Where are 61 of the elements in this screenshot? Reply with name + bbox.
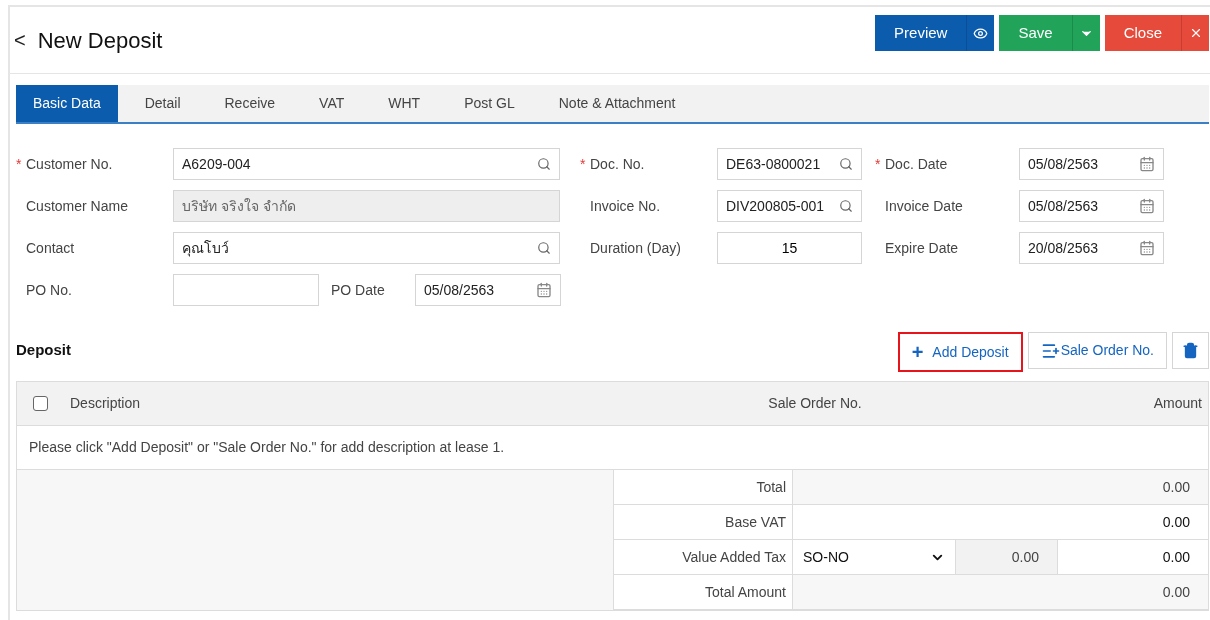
trash-icon <box>1182 342 1199 359</box>
input-field: บริษัท จริงใจ จำกัด <box>173 190 560 222</box>
close-button[interactable]: Close <box>1104 15 1181 51</box>
delete-button[interactable] <box>1172 332 1209 369</box>
summary-value: 0.00 <box>793 575 1208 609</box>
page-title: New Deposit <box>37 26 163 55</box>
field-label: Contact <box>26 238 75 258</box>
required-mark: * <box>875 154 882 174</box>
tab[interactable]: Detail <box>127 85 198 122</box>
back-button[interactable]: < <box>14 25 26 55</box>
field-label: Invoice No. <box>590 196 661 216</box>
field-label: Duration (Day) <box>590 238 682 258</box>
field-label: PO No. <box>26 280 72 300</box>
search-icon <box>537 157 551 171</box>
search-field[interactable]: คุณโบว์ <box>173 232 560 264</box>
input-field[interactable] <box>173 274 319 306</box>
tab[interactable]: VAT <box>302 85 362 122</box>
field-label: Doc. No. <box>590 154 645 174</box>
calendar-icon <box>536 282 552 298</box>
empty-message: Please click "Add Deposit" or "Sale Order No." for add description at lease 1. <box>29 438 505 457</box>
column-header: Sale Order No. <box>767 394 863 413</box>
calendar-icon <box>1139 156 1155 172</box>
search-field[interactable]: DE63-0800021 <box>717 148 862 180</box>
checkbox[interactable] <box>33 396 48 411</box>
search-field[interactable]: DIV200805-001 <box>717 190 862 222</box>
date-field[interactable]: 05/08/2563 <box>415 274 561 306</box>
column-header: Description <box>70 394 142 413</box>
preview-button[interactable]: Preview <box>875 15 967 51</box>
search-icon <box>839 199 853 213</box>
summary-value: 0.00 <box>793 470 1208 504</box>
field-label: Invoice Date <box>885 196 963 216</box>
field-label: PO Date <box>331 280 385 300</box>
field-label: Customer Name <box>26 196 128 216</box>
input-field[interactable]: 15 <box>717 232 862 264</box>
section-title: Deposit <box>16 339 71 360</box>
sale-order-button[interactable]: Sale Order No. <box>1027 332 1167 369</box>
tax-rate: 0.00 <box>956 540 1058 574</box>
date-field[interactable]: 05/08/2563 <box>1019 190 1164 222</box>
required-mark: * <box>580 154 587 174</box>
search-field[interactable]: A6209-004 <box>173 148 560 180</box>
calendar-icon <box>1139 240 1155 256</box>
required-mark: * <box>16 154 23 174</box>
field-label: Expire Date <box>885 238 959 258</box>
preview-menu-button[interactable] <box>966 15 995 51</box>
date-field[interactable]: 20/08/2563 <box>1019 232 1164 264</box>
date-field[interactable]: 05/08/2563 <box>1019 148 1164 180</box>
tab[interactable]: Basic Data <box>16 85 118 122</box>
column-header: Amount <box>1152 394 1203 413</box>
tax-amount: 0.00 <box>1161 547 1191 567</box>
search-icon <box>839 157 853 171</box>
summary-label: Value Added Tax <box>614 540 793 574</box>
tab[interactable]: Note & Attachment <box>541 85 693 122</box>
eye-icon <box>973 25 989 41</box>
field-label: Doc. Date <box>885 154 948 174</box>
calendar-icon <box>1139 198 1155 214</box>
field-label: Customer No. <box>26 154 113 174</box>
tab[interactable]: Post GL <box>447 85 532 122</box>
tab[interactable]: WHT <box>371 85 438 122</box>
search-icon <box>537 241 551 255</box>
add-deposit-button[interactable]: + Add Deposit <box>897 332 1023 372</box>
tab[interactable]: Receive <box>207 85 293 122</box>
